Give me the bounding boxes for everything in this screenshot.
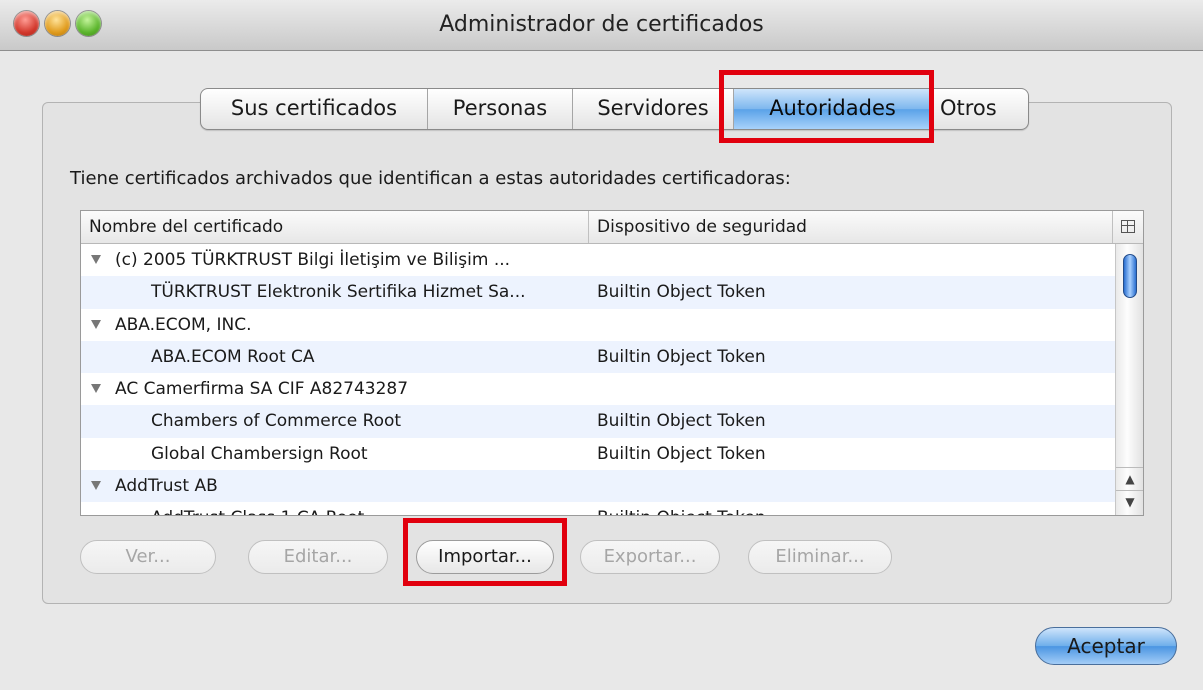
- cert-device: Builtin Object Token: [597, 502, 766, 515]
- table-row[interactable]: Global Chambersign Root Builtin Object T…: [81, 438, 1115, 470]
- title-bar: Administrador de certificados: [0, 0, 1203, 51]
- cert-name: TÜRKTRUST Elektronik Sertifika Hizmet Sa…: [151, 282, 526, 303]
- tab-autoridades[interactable]: Autoridades: [734, 89, 932, 129]
- tab-sus-certificados[interactable]: Sus certificados: [201, 89, 428, 129]
- certificate-table: Nombre del certificado Dispositivo de se…: [80, 210, 1144, 516]
- table-row[interactable]: ABA.ECOM, INC.: [81, 309, 1115, 341]
- cert-device: Builtin Object Token: [597, 411, 766, 432]
- tab-servidores[interactable]: Servidores: [573, 89, 734, 129]
- cert-group-name: AC Camerfirma SA CIF A82743287: [115, 379, 409, 400]
- exportar-button[interactable]: Exportar...: [580, 540, 720, 574]
- table-row[interactable]: AddTrust Class 1 CA Root Builtin Object …: [81, 502, 1115, 515]
- cert-device: Builtin Object Token: [597, 282, 766, 303]
- table-row[interactable]: TÜRKTRUST Elektronik Sertifika Hizmet Sa…: [81, 276, 1115, 309]
- tab-bar: Sus certificados Personas Servidores Aut…: [200, 88, 1029, 130]
- scroll-down-arrow-icon[interactable]: ▼: [1116, 490, 1143, 513]
- table-rows: (c) 2005 TÜRKTRUST Bilgi İletişim ve Bil…: [81, 244, 1115, 515]
- disclosure-triangle-icon[interactable]: [91, 384, 101, 394]
- table-header: Nombre del certificado Dispositivo de se…: [81, 211, 1143, 244]
- disclosure-triangle-icon[interactable]: [91, 481, 101, 491]
- table-row[interactable]: Chambers of Commerce Root Builtin Object…: [81, 405, 1115, 438]
- tab-personas[interactable]: Personas: [428, 89, 573, 129]
- cert-group-name: ABA.ECOM, INC.: [115, 314, 252, 335]
- scrollbar-thumb[interactable]: [1123, 254, 1137, 298]
- cert-group-name: (c) 2005 TÜRKTRUST Bilgi İletişim ve Bil…: [115, 250, 511, 270]
- cert-name: AddTrust Class 1 CA Root: [151, 502, 364, 515]
- vertical-scrollbar[interactable]: ▲ ▼: [1115, 244, 1143, 515]
- table-row[interactable]: ABA.ECOM Root CA Builtin Object Token: [81, 340, 1115, 374]
- column-header-name[interactable]: Nombre del certificado: [81, 211, 589, 243]
- disclosure-triangle-icon[interactable]: [91, 319, 101, 329]
- intro-text: Tiene certificados archivados que identi…: [70, 168, 791, 189]
- column-header-device[interactable]: Dispositivo de seguridad: [589, 211, 1113, 243]
- cert-name: Chambers of Commerce Root: [151, 411, 402, 432]
- cert-device: Builtin Object Token: [597, 443, 766, 464]
- cert-device: Builtin Object Token: [597, 346, 766, 367]
- table-row[interactable]: AddTrust AB: [81, 470, 1115, 503]
- importar-button[interactable]: Importar...: [416, 540, 554, 574]
- table-row[interactable]: (c) 2005 TÜRKTRUST Bilgi İletişim ve Bil…: [81, 244, 1115, 276]
- ver-button[interactable]: Ver...: [80, 540, 216, 574]
- editar-button[interactable]: Editar...: [248, 540, 388, 574]
- tab-otros[interactable]: Otros: [932, 89, 1028, 129]
- column-picker-icon: [1121, 220, 1135, 233]
- disclosure-triangle-icon[interactable]: [91, 255, 101, 264]
- cert-name: Global Chambersign Root: [151, 443, 368, 464]
- cert-group-name: AddTrust AB: [115, 476, 218, 497]
- table-row[interactable]: AC Camerfirma SA CIF A82743287: [81, 373, 1115, 405]
- aceptar-button[interactable]: Aceptar: [1035, 627, 1177, 665]
- eliminar-button[interactable]: Eliminar...: [748, 540, 892, 574]
- scroll-up-arrow-icon[interactable]: ▲: [1116, 467, 1143, 490]
- cert-name: ABA.ECOM Root CA: [151, 346, 315, 367]
- column-picker[interactable]: [1113, 211, 1143, 243]
- window-title: Administrador de certificados: [439, 12, 764, 37]
